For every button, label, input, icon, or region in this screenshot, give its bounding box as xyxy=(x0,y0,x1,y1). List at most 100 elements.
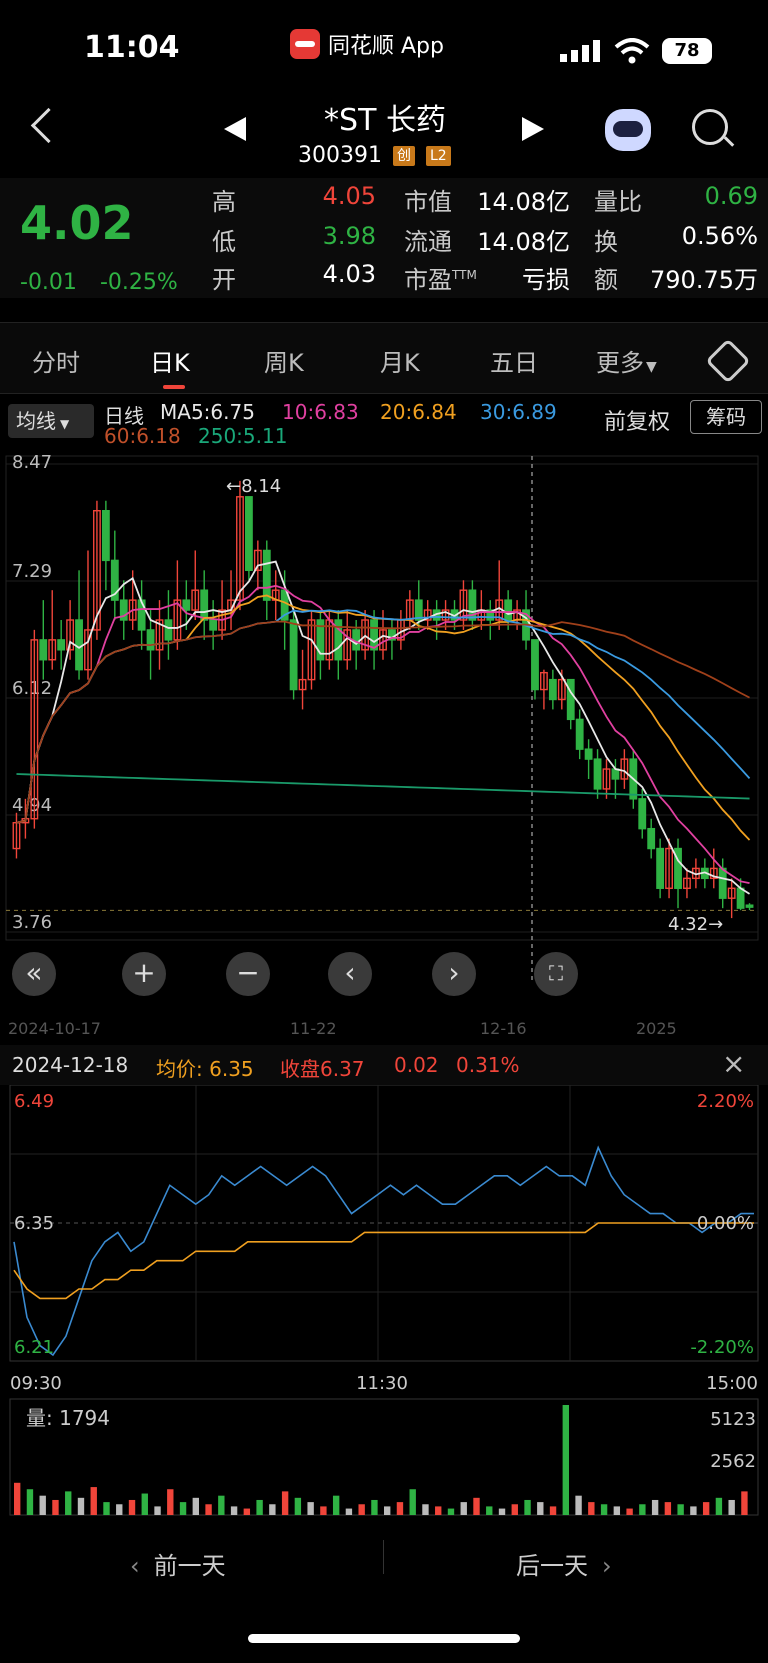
candle-body xyxy=(745,904,754,908)
volume-ratio-label: 量比 xyxy=(594,188,642,216)
max-price-label: ←8.14 xyxy=(226,476,281,497)
volume-bar xyxy=(307,1502,314,1515)
chevron-left-icon: ‹ xyxy=(130,1552,140,1580)
volume-bar xyxy=(677,1504,684,1515)
low-value: 3.98 xyxy=(322,222,376,250)
tab-weekly-k[interactable]: 周K xyxy=(264,343,304,378)
pct-top-label: 2.20% xyxy=(697,1091,754,1112)
volume-bar xyxy=(154,1506,161,1515)
prev-stock-arrow-icon[interactable] xyxy=(224,117,246,141)
volume-bar xyxy=(358,1504,365,1515)
candle-body xyxy=(656,847,665,889)
candle-body xyxy=(548,678,557,701)
day-nav: ‹ 前一天 后一天 › xyxy=(0,1520,768,1600)
turnover-value: 0.56% xyxy=(681,222,758,250)
change-percent: -0.25% xyxy=(99,270,178,295)
fullscreen-icon[interactable]: ⛶ xyxy=(534,952,578,996)
indicator-select[interactable]: 均线 ▼ xyxy=(8,404,94,438)
x-tick-label: 12-16 xyxy=(480,1019,527,1038)
volume-bar xyxy=(345,1508,353,1515)
chip-distribution-button[interactable]: 筹码 xyxy=(690,400,762,434)
search-icon[interactable] xyxy=(692,109,728,145)
status-time: 11:04 xyxy=(84,30,180,65)
close-icon[interactable]: × xyxy=(722,1047,745,1080)
close-change: 0.02 xyxy=(394,1053,439,1077)
volume-bar xyxy=(600,1504,608,1515)
volume-frame xyxy=(9,1398,759,1516)
volume-bar xyxy=(281,1491,289,1515)
tab-more[interactable]: 更多 ▼ xyxy=(596,343,657,378)
mcap-label: 市值 xyxy=(404,188,452,216)
volume-bar xyxy=(243,1508,251,1515)
next-stock-arrow-icon[interactable] xyxy=(522,117,544,141)
prev-day-button[interactable]: ‹ 前一天 xyxy=(130,1546,226,1581)
candle-body xyxy=(244,496,253,572)
candle-body xyxy=(566,678,575,721)
price-adjust-toggle[interactable]: 前复权 xyxy=(604,404,670,436)
ma5-value: MA5:6.75 xyxy=(160,400,255,424)
y-tick-label: 6.12 xyxy=(12,678,52,699)
volume-label: 量: 1794 xyxy=(26,1406,110,1430)
volume-bar xyxy=(639,1504,646,1515)
volume-bar xyxy=(702,1502,710,1515)
tab-five-day[interactable]: 五日 xyxy=(490,343,538,378)
volume-bar xyxy=(524,1499,531,1515)
next-day-button[interactable]: 后一天 › xyxy=(516,1546,612,1581)
ma20-value: 20:6.84 xyxy=(380,400,457,424)
zoom-out-icon[interactable]: − xyxy=(226,952,270,996)
close-change-percent: 0.31% xyxy=(456,1053,520,1077)
level2-tag: L2 xyxy=(425,146,451,166)
volume-bar xyxy=(690,1506,697,1515)
volume-chart: 量: 1794 5123 2562 xyxy=(9,1398,759,1516)
zoom-in-icon[interactable]: + xyxy=(122,952,166,996)
scroll-right-icon[interactable]: › xyxy=(432,952,476,996)
volume-bar xyxy=(90,1487,97,1515)
ma30-value: 30:6.89 xyxy=(480,400,557,424)
ai-assistant-icon[interactable] xyxy=(605,109,651,151)
back-icon[interactable] xyxy=(30,107,67,144)
volume-bar xyxy=(626,1508,633,1515)
volume-bar xyxy=(409,1489,416,1515)
candle-body xyxy=(638,798,647,830)
intraday-chart[interactable]: 6.49 6.35 6.21 2.20% 0.00% -2.20% 09:30 11:30 15… xyxy=(0,1085,768,1405)
volume-bar xyxy=(384,1506,391,1515)
tab-daily-k[interactable]: 日K xyxy=(150,343,190,378)
dropdown-icon: ▼ xyxy=(646,359,657,375)
volume-bar xyxy=(613,1506,621,1515)
volume-y-max: 5123 xyxy=(710,1409,756,1430)
ma60-value: 60:6.18 xyxy=(104,424,181,448)
volume-bar xyxy=(26,1489,34,1515)
stock-code: 300391 xyxy=(298,143,382,168)
volume-bar xyxy=(447,1508,455,1515)
app-indicator: 同花顺 App xyxy=(290,28,444,60)
ma250-line xyxy=(16,773,750,800)
candle-body xyxy=(75,619,83,671)
tab-intraday[interactable]: 分时 xyxy=(32,343,80,378)
volume-bar xyxy=(371,1499,378,1515)
settings-gear-icon[interactable] xyxy=(705,338,751,384)
candle-body xyxy=(593,758,602,790)
open-label: 开 xyxy=(212,266,236,294)
volume-bar xyxy=(588,1502,595,1515)
volume-bar xyxy=(167,1489,174,1515)
app-name: 同花顺 App xyxy=(328,34,444,59)
time-start-label: 09:30 xyxy=(10,1373,62,1394)
low-label: 低 xyxy=(212,228,236,256)
close-price: 收盘6.37 xyxy=(280,1057,365,1081)
rewind-icon[interactable]: « xyxy=(12,952,56,996)
stock-code-row: 300391 创 L2 xyxy=(298,143,451,168)
candle-body xyxy=(262,549,271,601)
volume-bar xyxy=(141,1493,148,1515)
float-label: 流通 xyxy=(404,228,452,256)
volume-bar xyxy=(218,1495,225,1515)
mcap-value: 14.08亿 xyxy=(477,188,570,216)
volume-bar xyxy=(128,1499,136,1515)
scroll-left-icon[interactable]: ‹ xyxy=(328,952,372,996)
volume-bar xyxy=(39,1495,46,1515)
volume-bar xyxy=(294,1497,302,1515)
volume-bar xyxy=(728,1499,735,1515)
tab-monthly-k[interactable]: 月K xyxy=(380,343,420,378)
x-tick-label: 2024-10-17 xyxy=(8,1019,101,1038)
ma-legend: 均线 ▼ 日线 MA5:6.75 10:6.83 20:6.84 30:6.89 … xyxy=(0,396,768,452)
home-indicator[interactable] xyxy=(248,1634,520,1643)
